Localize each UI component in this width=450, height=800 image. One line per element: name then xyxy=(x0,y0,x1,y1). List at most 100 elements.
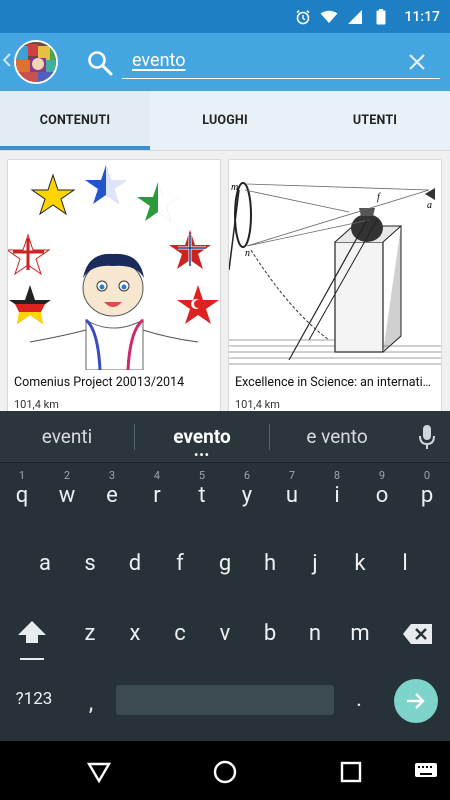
keyboard-icon[interactable] xyxy=(414,761,440,787)
tab-luoghi[interactable]: LUOGHI xyxy=(150,91,300,150)
search-input-value[interactable]: evento xyxy=(132,50,186,71)
key-x[interactable]: x xyxy=(120,621,150,646)
key-hint: 3 xyxy=(108,469,116,482)
key-hint: 1 xyxy=(18,469,26,482)
key-hint: 0 xyxy=(423,469,431,482)
key-label: p xyxy=(420,483,434,508)
key-s[interactable]: s xyxy=(75,551,105,576)
key-label: y xyxy=(241,483,253,508)
avatar[interactable] xyxy=(14,40,58,84)
key-t[interactable]: 5t xyxy=(187,469,217,508)
tab-contenuti[interactable]: CONTENUTI xyxy=(0,91,150,150)
svg-text:m: m xyxy=(231,182,238,193)
soft-keyboard: eventi evento ••• e vento 1q 2w 3e 4r 5t… xyxy=(0,411,450,741)
tab-utenti[interactable]: UTENTI xyxy=(300,91,450,150)
results-grid: Comenius Project 20013/2014 101,4 km m n… xyxy=(0,151,450,411)
key-i[interactable]: 8i xyxy=(322,469,352,508)
wifi-icon xyxy=(320,8,338,26)
key-b[interactable]: b xyxy=(255,621,285,646)
key-label: o xyxy=(375,483,389,508)
key-q[interactable]: 1q xyxy=(7,469,37,508)
result-thumbnail xyxy=(8,160,220,371)
space-key[interactable] xyxy=(116,685,334,715)
back-icon[interactable] xyxy=(86,759,112,785)
key-hint: 6 xyxy=(243,469,251,482)
key-hint: 2 xyxy=(63,469,71,482)
key-c[interactable]: c xyxy=(165,621,195,646)
key-a[interactable]: a xyxy=(30,551,60,576)
battery-icon xyxy=(372,8,390,26)
tab-bar: CONTENUTI LUOGHI UTENTI xyxy=(0,91,450,151)
key-label: q xyxy=(15,483,29,508)
status-bar: 11:17 xyxy=(0,0,450,33)
tab-label: CONTENUTI xyxy=(39,113,111,128)
key-j[interactable]: j xyxy=(300,551,330,576)
key-hint: 7 xyxy=(288,469,296,482)
shift-indicator xyxy=(20,658,44,660)
result-distance: 101,4 km xyxy=(14,398,59,411)
search-input[interactable]: evento xyxy=(122,45,440,79)
result-title: Excellence in Science: an internati… xyxy=(235,375,432,390)
navigation-bar xyxy=(0,741,450,800)
symbols-key[interactable]: ?123 xyxy=(8,689,60,709)
result-title: Comenius Project 20013/2014 xyxy=(14,375,185,390)
mic-icon[interactable] xyxy=(404,424,450,450)
key-label: r xyxy=(153,483,161,508)
key-u[interactable]: 7u xyxy=(277,469,307,508)
key-hint: 9 xyxy=(378,469,386,482)
key-label: u xyxy=(285,483,299,508)
chevron-left-icon[interactable] xyxy=(2,52,14,73)
key-f[interactable]: f xyxy=(165,551,195,576)
key-comma[interactable]: , xyxy=(76,691,106,716)
arrow-right-icon xyxy=(407,693,425,709)
tab-label: UTENTI xyxy=(352,113,398,128)
key-v[interactable]: v xyxy=(210,621,240,646)
svg-text:n: n xyxy=(245,248,250,259)
key-hint: 8 xyxy=(333,469,341,482)
signal-icon xyxy=(346,8,364,26)
key-h[interactable]: h xyxy=(255,551,285,576)
app-bar: evento xyxy=(0,33,450,91)
key-o[interactable]: 9o xyxy=(367,469,397,508)
key-n[interactable]: n xyxy=(300,621,330,646)
key-period[interactable]: . xyxy=(344,687,374,712)
suggestion-middle-label: evento xyxy=(173,425,231,448)
key-r[interactable]: 4r xyxy=(142,469,172,508)
alarm-icon xyxy=(294,8,312,26)
result-thumbnail: m n a f xyxy=(229,160,441,370)
key-g[interactable]: g xyxy=(210,551,240,576)
suggestion-right[interactable]: e vento xyxy=(270,425,404,448)
key-y[interactable]: 6y xyxy=(232,469,262,508)
svg-text:a: a xyxy=(427,200,432,211)
backspace-icon[interactable] xyxy=(402,623,434,649)
result-card[interactable]: Comenius Project 20013/2014 101,4 km xyxy=(7,159,221,411)
key-label: i xyxy=(334,483,340,508)
key-p[interactable]: 0p xyxy=(412,469,442,508)
key-k[interactable]: k xyxy=(345,551,375,576)
tab-label: LUOGHI xyxy=(202,113,248,128)
key-l[interactable]: l xyxy=(390,551,420,576)
key-label: w xyxy=(58,483,76,508)
shift-icon[interactable] xyxy=(16,619,48,649)
status-time: 11:17 xyxy=(404,8,440,25)
suggestion-middle[interactable]: evento ••• xyxy=(135,425,269,462)
key-hint: 5 xyxy=(198,469,206,482)
close-icon[interactable] xyxy=(406,51,428,73)
key-e[interactable]: 3e xyxy=(97,469,127,508)
key-label: e xyxy=(106,483,118,508)
key-d[interactable]: d xyxy=(120,551,150,576)
key-hint: 4 xyxy=(153,469,161,482)
suggestion-strip: eventi evento ••• e vento xyxy=(0,411,450,463)
key-z[interactable]: z xyxy=(75,621,105,646)
key-label: t xyxy=(198,483,206,508)
search-icon[interactable] xyxy=(86,49,114,77)
key-w[interactable]: 2w xyxy=(52,469,82,508)
suggestion-left[interactable]: eventi xyxy=(0,425,134,448)
more-suggestions-icon: ••• xyxy=(194,448,210,462)
recents-icon[interactable] xyxy=(338,759,364,785)
enter-key[interactable] xyxy=(394,679,438,723)
result-card[interactable]: m n a f Excellence in Science: an intern… xyxy=(228,159,442,411)
home-icon[interactable] xyxy=(212,759,238,785)
key-m[interactable]: m xyxy=(345,621,375,646)
result-distance: 101,4 km xyxy=(235,398,280,411)
